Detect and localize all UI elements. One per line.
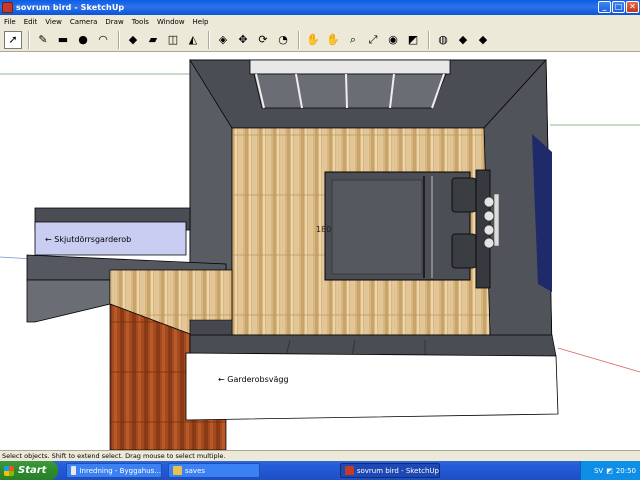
- start-button[interactable]: Start: [0, 461, 58, 480]
- menu-help[interactable]: Help: [189, 18, 213, 26]
- start-label: Start: [18, 465, 47, 476]
- window-title: sovrum bird - SketchUp: [16, 3, 125, 12]
- get-models-tool[interactable]: ◆: [454, 31, 472, 49]
- paint-bucket-tool[interactable]: ◭: [184, 31, 202, 49]
- wardrobe-wall-top: [189, 334, 557, 357]
- title-bar: sovrum bird - SketchUp _ □ ✕: [0, 0, 640, 15]
- model-drawing: [0, 58, 640, 450]
- share-model-tool[interactable]: ◆: [474, 31, 492, 49]
- folder-icon: [173, 466, 182, 475]
- circle-tool[interactable]: ●: [74, 31, 92, 49]
- main-toolbar: ➚ ✎ ▬ ● ◠ ◆ ▰ ◫ ◭ ◈ ✥ ⟳ ◔ ✋ ✋ ⌕ ⤢ ◉ ◩ ◍ ◆ ◆: [0, 28, 640, 52]
- sketchup-window: sovrum bird - SketchUp _ □ ✕ File Edit V…: [0, 0, 640, 480]
- pillow-bottom: [451, 233, 477, 269]
- previous-view-tool[interactable]: ◉: [384, 31, 402, 49]
- minimize-button[interactable]: _: [598, 1, 611, 13]
- rectangle-tool[interactable]: ▬: [54, 31, 72, 49]
- arc-tool[interactable]: ◠: [94, 31, 112, 49]
- status-bar: Select objects. Shift to extend select. …: [0, 450, 640, 461]
- wardrobe-wall-label: ← Garderobsvägg: [218, 375, 289, 384]
- menu-bar: File Edit View Camera Draw Tools Window …: [0, 15, 640, 28]
- toolbar-separator: [28, 30, 30, 49]
- eraser-tool[interactable]: ▰: [144, 31, 162, 49]
- task-saves-label: saves: [185, 466, 206, 475]
- menu-view[interactable]: View: [41, 18, 66, 26]
- sketchup-task-icon: [345, 466, 354, 475]
- next-view-tool[interactable]: ◩: [404, 31, 422, 49]
- model-viewport[interactable]: ← Skjutdörrsgarderob ← Garderobsvägg 180: [0, 52, 640, 450]
- rotate-tool[interactable]: ⟳: [254, 31, 272, 49]
- lamp-2: [483, 210, 495, 222]
- sketchup-app-icon: [2, 2, 13, 13]
- zoom-extents-tool[interactable]: ⤢: [364, 31, 382, 49]
- toolbar-separator: [118, 30, 120, 49]
- lamp-4: [483, 237, 495, 249]
- menu-camera[interactable]: Camera: [66, 18, 101, 26]
- task-inredning[interactable]: Inredning - Byggahus...: [66, 463, 162, 478]
- bed-dimension-label: 180: [316, 225, 332, 234]
- menu-window[interactable]: Window: [153, 18, 189, 26]
- system-tray: SV ◩ 20:50: [580, 461, 640, 480]
- move-tool[interactable]: ✥: [234, 31, 252, 49]
- lamp-3: [483, 224, 495, 236]
- network-icon[interactable]: ◩: [606, 467, 613, 475]
- task-inredning-label: Inredning - Byggahus...: [79, 466, 161, 475]
- maximize-button[interactable]: □: [612, 1, 625, 13]
- pan-tool[interactable]: ✋: [324, 31, 342, 49]
- task-sketchup[interactable]: sovrum bird - SketchUp: [340, 463, 440, 478]
- windows-logo-icon: [4, 465, 14, 476]
- clock: 20:50: [615, 466, 636, 475]
- zoom-tool[interactable]: ⌕: [344, 31, 362, 49]
- windows-taskbar: Start Inredning - Byggahus... saves sovr…: [0, 461, 640, 480]
- push-pull-tool[interactable]: ◈: [214, 31, 232, 49]
- wardrobe-front: [26, 279, 111, 323]
- task-sketchup-label: sovrum bird - SketchUp: [356, 466, 439, 475]
- close-button[interactable]: ✕: [626, 1, 639, 13]
- menu-file[interactable]: File: [0, 18, 20, 26]
- red-axis-line: [557, 347, 640, 373]
- pencil-tool[interactable]: ✎: [34, 31, 52, 49]
- menu-tools[interactable]: Tools: [128, 18, 153, 26]
- lamp-1: [483, 196, 495, 208]
- language-indicator[interactable]: SV: [594, 467, 603, 475]
- browser-icon: [71, 466, 77, 475]
- select-tool[interactable]: ➚: [4, 30, 22, 49]
- orbit-tool[interactable]: ✋: [304, 31, 322, 49]
- offset-tool[interactable]: ◔: [274, 31, 292, 49]
- wardrobe-wall-front: [185, 352, 559, 421]
- task-saves[interactable]: saves: [168, 463, 260, 478]
- menu-draw[interactable]: Draw: [101, 18, 127, 26]
- pillow-top: [451, 177, 477, 213]
- 3d-warehouse-tool[interactable]: ◍: [434, 31, 452, 49]
- make-component-tool[interactable]: ◆: [124, 31, 142, 49]
- menu-edit[interactable]: Edit: [20, 18, 42, 26]
- toolbar-separator: [208, 30, 210, 49]
- tape-measure-tool[interactable]: ◫: [164, 31, 182, 49]
- window-frame: [249, 59, 451, 75]
- toolbar-separator: [428, 30, 430, 49]
- lamp-rail: [493, 193, 500, 247]
- sliding-wardrobe-label: ← Skjutdörrsgarderob: [45, 235, 132, 244]
- window-sill: [253, 73, 447, 109]
- toolbar-separator: [298, 30, 300, 49]
